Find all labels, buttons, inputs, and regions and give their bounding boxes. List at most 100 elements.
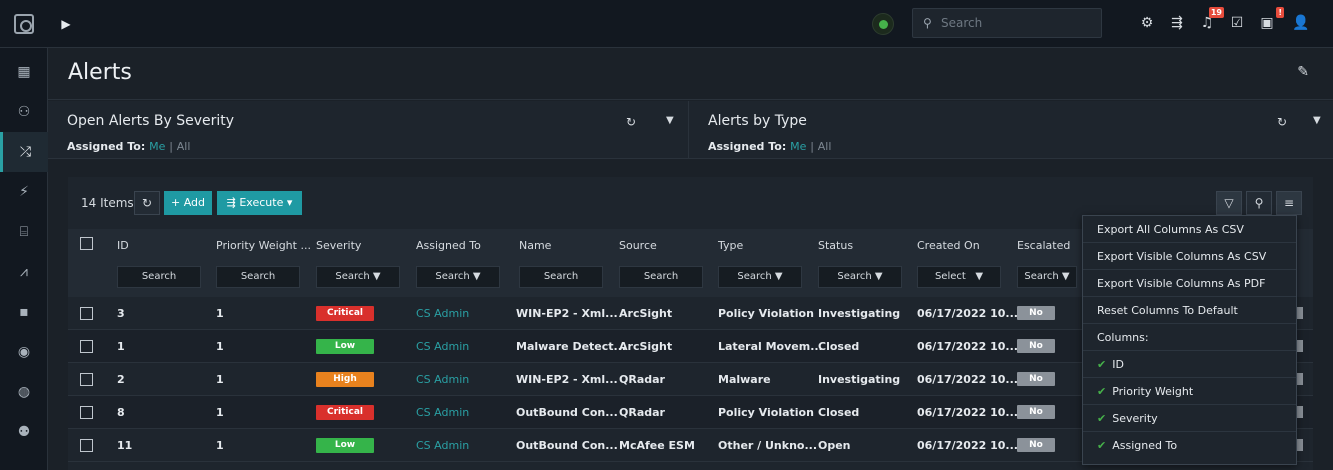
reports-icon[interactable]: ⩘ [0,252,48,292]
expand-play-icon[interactable]: ▶ [56,14,76,34]
chevron-down-icon[interactable]: ▼ [666,115,674,126]
row-checkbox[interactable] [80,373,93,386]
cell-assigned-to-link[interactable]: CS Admin [416,406,469,419]
checkmark-icon: ✔ [1097,439,1107,452]
alerts-tray-badge: ! [1276,7,1284,18]
column-header-type[interactable]: Type [718,239,743,252]
column-header-escalated[interactable]: Escalated [1017,239,1070,252]
grid-refresh-button[interactable]: ↻ [134,191,160,215]
cell-priority-weight: 1 [216,439,224,452]
cell-status: Closed [818,340,860,353]
add-button[interactable]: + Add [164,191,212,215]
automation-icon[interactable]: ⚡ [0,172,48,212]
filter-status[interactable]: Search ▼ [818,266,902,288]
filter-text: Search [1024,271,1059,282]
status-indicator-icon[interactable] [872,13,894,35]
column-toggle-assigned-to[interactable]: ✔ Assigned To [1083,432,1296,459]
assigned-all-link[interactable]: All [177,140,191,153]
refresh-icon[interactable]: ↻ [626,115,636,129]
column-header-priority-weight[interactable]: Priority Weight ... [216,239,311,252]
column-toggle-label: Priority Weight [1112,385,1194,398]
cell-assigned-to-link[interactable]: CS Admin [416,373,469,386]
cell-name[interactable]: WIN-EP2 - Xml... [516,307,618,320]
column-header-name[interactable]: Name [519,239,551,252]
app-logo-icon[interactable] [14,14,34,34]
export-visible-pdf-item[interactable]: Export Visible Columns As PDF [1083,270,1296,297]
global-search[interactable]: ⚲ [912,8,1102,38]
filter-text: Search [240,271,276,282]
spacer [48,159,1333,177]
reset-columns-item[interactable]: Reset Columns To Default [1083,297,1296,324]
select-all-checkbox[interactable] [80,237,93,250]
widgets-icon[interactable]: ▪ [0,292,48,332]
cell-name[interactable]: WIN-EP2 - Xml... [516,373,618,386]
grid-search-icon[interactable]: ⚲ [1246,191,1272,215]
global-search-input[interactable] [941,14,1091,32]
assigned-all-link[interactable]: All [818,140,832,153]
hidden-column-badge [1297,373,1303,385]
cell-type: Other / Unkno... [718,439,818,452]
edit-pencil-icon[interactable]: ✎ [1297,64,1309,80]
assigned-me-link[interactable]: Me [149,140,165,153]
execute-button[interactable]: ⇶ Execute ▾ [217,191,302,215]
column-header-id[interactable]: ID [117,239,129,252]
column-header-created-on[interactable]: Created On [917,239,980,252]
severity-badge: Critical [316,405,374,420]
column-toggle-priority-weight[interactable]: ✔ Priority Weight [1083,378,1296,405]
dashboard-icon[interactable]: ▦ [0,52,48,92]
export-visible-csv-item[interactable]: Export Visible Columns As CSV [1083,243,1296,270]
assigned-label: Assigned To: [708,140,787,153]
filter-escalated[interactable]: Search ▼ [1017,266,1077,288]
incident-response-icon[interactable]: ⤮ [0,132,48,172]
column-toggle-severity[interactable]: ✔ Severity [1083,405,1296,432]
export-all-csv-item[interactable]: Export All Columns As CSV [1083,216,1296,243]
row-checkbox[interactable] [80,340,93,353]
cell-name[interactable]: OutBound Con... [516,439,618,452]
settings-gear-icon[interactable]: ⚙ [1136,12,1158,34]
cell-name[interactable]: OutBound Con... [516,406,618,419]
grid-menu-icon[interactable]: ≡ [1276,191,1302,215]
filter-icon[interactable]: ▽ [1216,191,1242,215]
filter-severity[interactable]: Search ▼ [316,266,400,288]
cell-created-on: 06/17/2022 10... [917,439,1018,452]
filter-type[interactable]: Search ▼ [718,266,802,288]
users-icon[interactable]: ⚉ [0,412,48,452]
column-header-severity[interactable]: Severity [316,239,361,252]
filter-priority-weight[interactable]: Search [216,266,300,288]
cell-source: ArcSight [619,307,673,320]
row-checkbox[interactable] [80,307,93,320]
filter-source[interactable]: Search [619,266,703,288]
assigned-me-link[interactable]: Me [790,140,806,153]
tasks-icon[interactable]: ☑ [1226,12,1248,34]
filter-name[interactable]: Search [519,266,603,288]
search-icon: ⚲ [923,16,932,30]
column-header-source[interactable]: Source [619,239,657,252]
cell-assigned-to-link[interactable]: CS Admin [416,307,469,320]
cell-assigned-to-link[interactable]: CS Admin [416,439,469,452]
row-checkbox[interactable] [80,406,93,419]
cell-status: Closed [818,406,860,419]
chevron-down-icon[interactable]: ▼ [1313,115,1321,126]
column-toggle-id[interactable]: ✔ ID [1083,351,1296,378]
cell-assigned-to-link[interactable]: CS Admin [416,340,469,353]
widget-title: Open Alerts By Severity [67,113,235,129]
playbook-icon[interactable]: ⇶ [1166,12,1188,34]
security-icon[interactable]: ◉ [0,332,48,372]
row-checkbox[interactable] [80,439,93,452]
column-header-status[interactable]: Status [818,239,853,252]
cell-name[interactable]: Malware Detect... [516,340,626,353]
alerts-tray-icon[interactable]: ▣! [1256,7,1284,34]
user-profile-icon[interactable]: 👤 [1290,12,1312,34]
hidden-column-badge [1297,307,1303,319]
filter-assigned-to[interactable]: Search ▼ [416,266,500,288]
top-bar: ▶ ⚲ ⚙ ⇶ ♫19 ☑ ▣! 👤 [0,0,1333,48]
refresh-icon[interactable]: ↻ [1277,115,1287,129]
assets-icon[interactable]: ⌸ [0,212,48,252]
filter-created-on[interactable]: Select ▼ [917,266,1001,288]
notifications-bell-icon[interactable]: ♫ 19 [1196,7,1224,34]
column-header-assigned-to[interactable]: Assigned To [416,239,481,252]
filter-id[interactable]: Search [117,266,201,288]
teams-icon[interactable]: ⚇ [0,92,48,132]
grid-options-menu: Export All Columns As CSV Export Visible… [1082,215,1297,465]
globe-icon[interactable]: ◍ [0,372,48,412]
